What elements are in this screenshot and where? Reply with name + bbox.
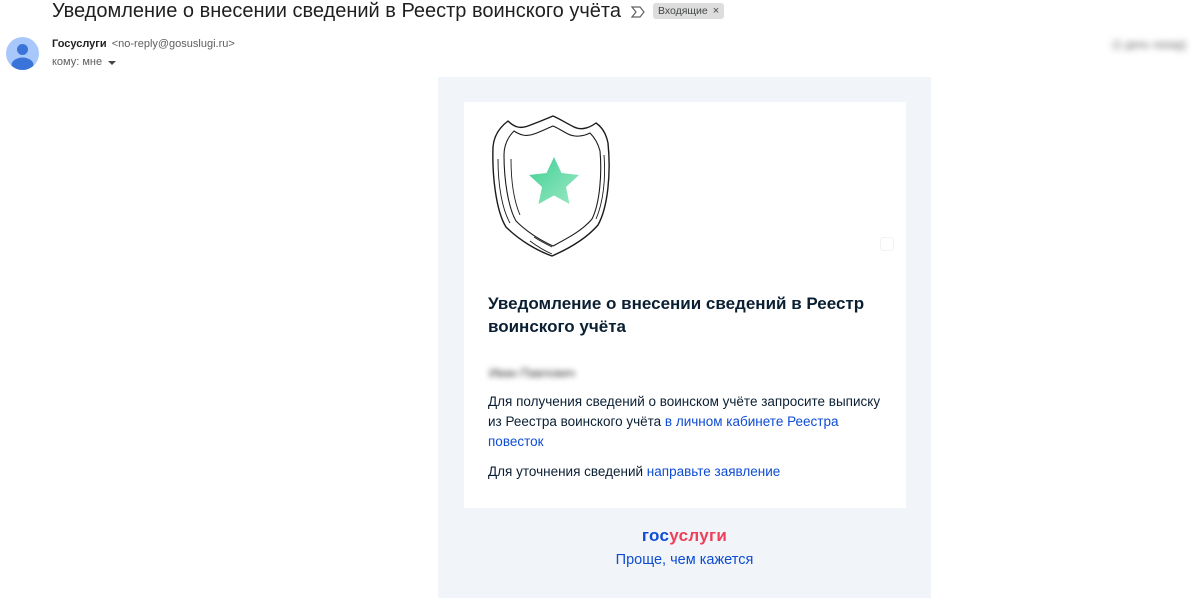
clarification-paragraph: Для уточнения сведений направьте заявлен… [488,462,888,482]
submit-application-link[interactable]: направьте заявление [647,464,781,479]
email-subject: Уведомление о внесении сведений в Реестр… [52,0,621,22]
faint-decoration-icon [880,237,894,251]
recipient-label: кому: мне [52,56,103,68]
gosuslugi-logo[interactable]: госуслуги [438,526,931,546]
shield-star-icon [492,115,610,257]
inbox-label-chip[interactable]: Входящие × [652,3,725,19]
notification-card: Уведомление о внесении сведений в Реестр… [464,102,906,508]
sender-line: Госуслуги <no-reply@gosuslugi.ru> [52,38,235,50]
person-icon [11,44,34,70]
logo-part-uslugi: услуги [669,526,728,545]
card-title: Уведомление о внесении сведений в Реестр… [488,294,865,336]
sender-avatar[interactable] [6,37,39,70]
inbox-label-text: Входящие [657,5,708,17]
recipient-details-toggle[interactable]: кому: мне [52,56,117,68]
recipient-greeting: Иван Павлович [489,366,576,380]
sender-email: <no-reply@gosuslugi.ru> [111,38,235,50]
chevron-down-icon[interactable] [108,60,117,65]
instructions-paragraph: Для получения сведений о воинском учёте … [488,392,888,452]
subject-row: Уведомление о внесении сведений в Реестр… [52,0,725,24]
remove-label-button[interactable]: × [713,5,719,17]
important-marker-icon[interactable] [630,5,645,18]
footer-slogan: Проще, чем кажется [615,552,754,568]
email-body: Уведомление о внесении сведений в Реестр… [438,77,931,598]
logo-part-gos: гос [641,526,670,545]
email-date: (1 день назад) [1112,39,1186,51]
clarification-text: Для уточнения сведений [488,464,647,479]
sender-name[interactable]: Госуслуги [52,38,107,50]
